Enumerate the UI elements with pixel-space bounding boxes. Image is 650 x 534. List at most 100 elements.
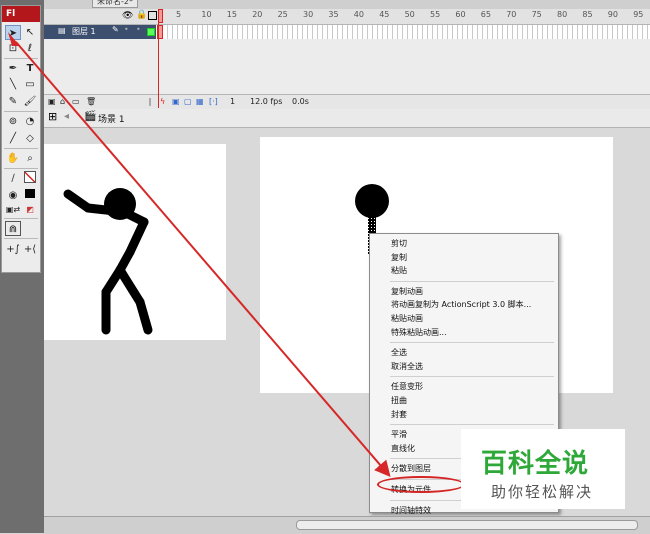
add-layer-icon[interactable]: ▣ <box>48 97 56 106</box>
hand-icon[interactable]: ✋ <box>5 151 21 166</box>
dot-lock-icon[interactable]: • <box>136 25 141 34</box>
edit-multiple-icon[interactable]: ▦ <box>196 97 204 106</box>
playhead-line <box>158 23 159 108</box>
onion-skin-icon[interactable]: ▣ <box>172 97 180 106</box>
straighten-icon[interactable]: +⟨ <box>22 242 38 257</box>
selection-arrow-icon[interactable]: ➤ <box>5 25 21 40</box>
folder-icon[interactable]: ▭ <box>72 97 80 106</box>
text-icon[interactable]: T <box>22 61 38 76</box>
onion-outline-icon[interactable]: ▢ <box>184 97 192 106</box>
add-folder-icon[interactable]: ⌂ <box>60 97 65 106</box>
stage-horizontal-scrollbar[interactable] <box>44 516 650 534</box>
dot-visible-icon[interactable]: • <box>124 25 129 34</box>
playhead-head[interactable] <box>158 9 163 23</box>
context-menu-item[interactable]: 取消全选 <box>391 361 423 372</box>
frame-number: 25 <box>277 10 288 19</box>
pencil-icon[interactable]: ✎ <box>5 94 21 109</box>
context-menu-item[interactable]: 特殊粘贴动画... <box>391 327 447 338</box>
context-menu-item[interactable]: 粘贴 <box>391 265 407 276</box>
snap-magnet-icon[interactable]: ⋒ <box>5 221 21 236</box>
context-menu-item[interactable]: 复制动画 <box>391 286 423 297</box>
layer-name[interactable]: 图层 1 <box>72 26 96 37</box>
frame-number: 15 <box>226 10 237 19</box>
modify-markers-icon[interactable]: [·] <box>209 97 218 106</box>
eyedropper-icon[interactable]: ╱ <box>5 131 21 146</box>
timeline-toggle-icon[interactable]: ⊞ <box>48 110 57 123</box>
back-arrow-icon[interactable]: ◂ <box>64 111 69 122</box>
scene-name[interactable]: 场景 1 <box>98 112 125 125</box>
context-menu-item[interactable]: 剪切 <box>391 238 407 249</box>
center-frame-icon[interactable]: ϟ <box>160 97 165 106</box>
eye-icon[interactable]: 👁 <box>122 11 133 21</box>
menu-separator <box>390 376 554 378</box>
pencil-edit-icon: ✎ <box>112 25 119 34</box>
frame-number: 30 <box>303 10 314 19</box>
current-frame: 1 <box>230 97 236 106</box>
context-menu-item[interactable]: 将动画复制为 ActionScript 3.0 脚本... <box>391 299 531 310</box>
frame-number: 95 <box>633 10 644 19</box>
no-color-icon[interactable]: ◩ <box>22 202 38 217</box>
watermark: 百科全说 助你轻松解决 <box>461 429 625 509</box>
paint-fill-icon[interactable]: ◉ <box>5 188 21 203</box>
tools-sidebar: Fl ➤ ↖ ⊡ ℓ ✒ T ╲ ▭ ✎ 🖌 ⊚ ◔ ╱ ◇ ✋ ⌕ ∕ ◉ ▣… <box>0 0 44 533</box>
reference-image <box>44 144 226 340</box>
frame-number: 50 <box>404 10 415 19</box>
frame-number: 70 <box>506 10 517 19</box>
scroll-thumb[interactable] <box>296 520 638 530</box>
frame-number: 60 <box>455 10 466 19</box>
trash-icon[interactable]: 🗑 <box>86 97 96 106</box>
line-icon[interactable]: ╲ <box>5 77 21 92</box>
zoom-icon[interactable]: ⌕ <box>22 151 38 166</box>
frame-number: 65 <box>480 10 491 19</box>
context-menu-item[interactable]: 任意变形 <box>391 381 423 392</box>
context-menu-item[interactable]: 封套 <box>391 409 407 420</box>
context-menu-item[interactable]: 平滑 <box>391 429 407 440</box>
eraser-icon[interactable]: ◇ <box>22 131 38 146</box>
fill-swatch-icon[interactable] <box>22 188 38 203</box>
elapsed-time: 0.0s <box>292 97 309 106</box>
context-menu-item[interactable]: 全选 <box>391 347 407 358</box>
frame-number: 10 <box>201 10 212 19</box>
ink-bottle-icon[interactable]: ⊚ <box>5 114 21 129</box>
subselection-icon[interactable]: ↖ <box>22 25 38 40</box>
smooth-icon[interactable]: +∫ <box>5 242 21 257</box>
timeline-footer: ▣ ⌂ ▭ 🗑 ∥ ϟ ▣ ▢ ▦ [·] 1 12.0 fps 0.0s ⫴ <box>44 94 650 192</box>
document-tab[interactable]: 未命名-2* <box>92 0 138 8</box>
tools-panel: Fl ➤ ↖ ⊡ ℓ ✒ T ╲ ▭ ✎ 🖌 ⊚ ◔ ╱ ◇ ✋ ⌕ ∕ ◉ ▣… <box>1 5 41 273</box>
outline-icon[interactable] <box>148 11 157 20</box>
timeline-panel: 👁 🔒 5 10 15 20 25 30 35 40 45 50 55 60 65 70 75 80 85 90 9… <box>44 9 650 192</box>
menu-separator <box>390 280 554 282</box>
free-transform-icon[interactable]: ⊡ <box>5 41 21 56</box>
brush-icon[interactable]: 🖌 <box>22 94 38 109</box>
frame-number: 40 <box>353 10 364 19</box>
context-menu-item[interactable]: 分散到图层 <box>391 463 431 474</box>
frame-number: 85 <box>582 10 593 19</box>
context-menu-item[interactable]: 时间轴特效 <box>391 505 431 516</box>
layer-row[interactable]: ▤ 图层 1 ✎ • • <box>44 25 650 39</box>
frame-number: 55 <box>430 10 441 19</box>
frame-number: 20 <box>252 10 263 19</box>
lock-icon[interactable]: 🔒 <box>136 10 147 20</box>
watermark-subtitle: 助你轻松解决 <box>491 483 594 501</box>
highlight-ellipse <box>377 476 465 493</box>
frame-number: 5 <box>176 10 182 19</box>
timeline-header: 👁 🔒 5 10 15 20 25 30 35 40 45 50 55 60 65 70 75 80 85 90 9… <box>44 9 650 25</box>
menu-separator <box>390 342 554 344</box>
stroke-color-icon[interactable]: ∕ <box>5 171 21 186</box>
layer-color-square[interactable] <box>147 28 155 36</box>
context-menu-item[interactable]: 扭曲 <box>391 395 407 406</box>
swap-colors-icon[interactable]: ▣⇄ <box>5 202 21 217</box>
stick-figure-dancer <box>63 188 153 335</box>
fill-color-icon[interactable] <box>22 171 38 186</box>
frame-number: 45 <box>379 10 390 19</box>
frames-strip[interactable] <box>158 25 650 39</box>
rectangle-icon[interactable]: ▭ <box>22 77 38 92</box>
context-menu-item[interactable]: 粘贴动画 <box>391 313 423 324</box>
context-menu-item[interactable]: 复制 <box>391 252 407 263</box>
pen-icon[interactable]: ✒ <box>5 61 21 76</box>
frame-number: 35 <box>328 10 339 19</box>
divider-icon: ∥ <box>148 97 152 106</box>
context-menu-item[interactable]: 直线化 <box>391 443 415 454</box>
paint-bucket-icon[interactable]: ◔ <box>22 114 38 129</box>
lasso-icon[interactable]: ℓ <box>22 41 38 56</box>
